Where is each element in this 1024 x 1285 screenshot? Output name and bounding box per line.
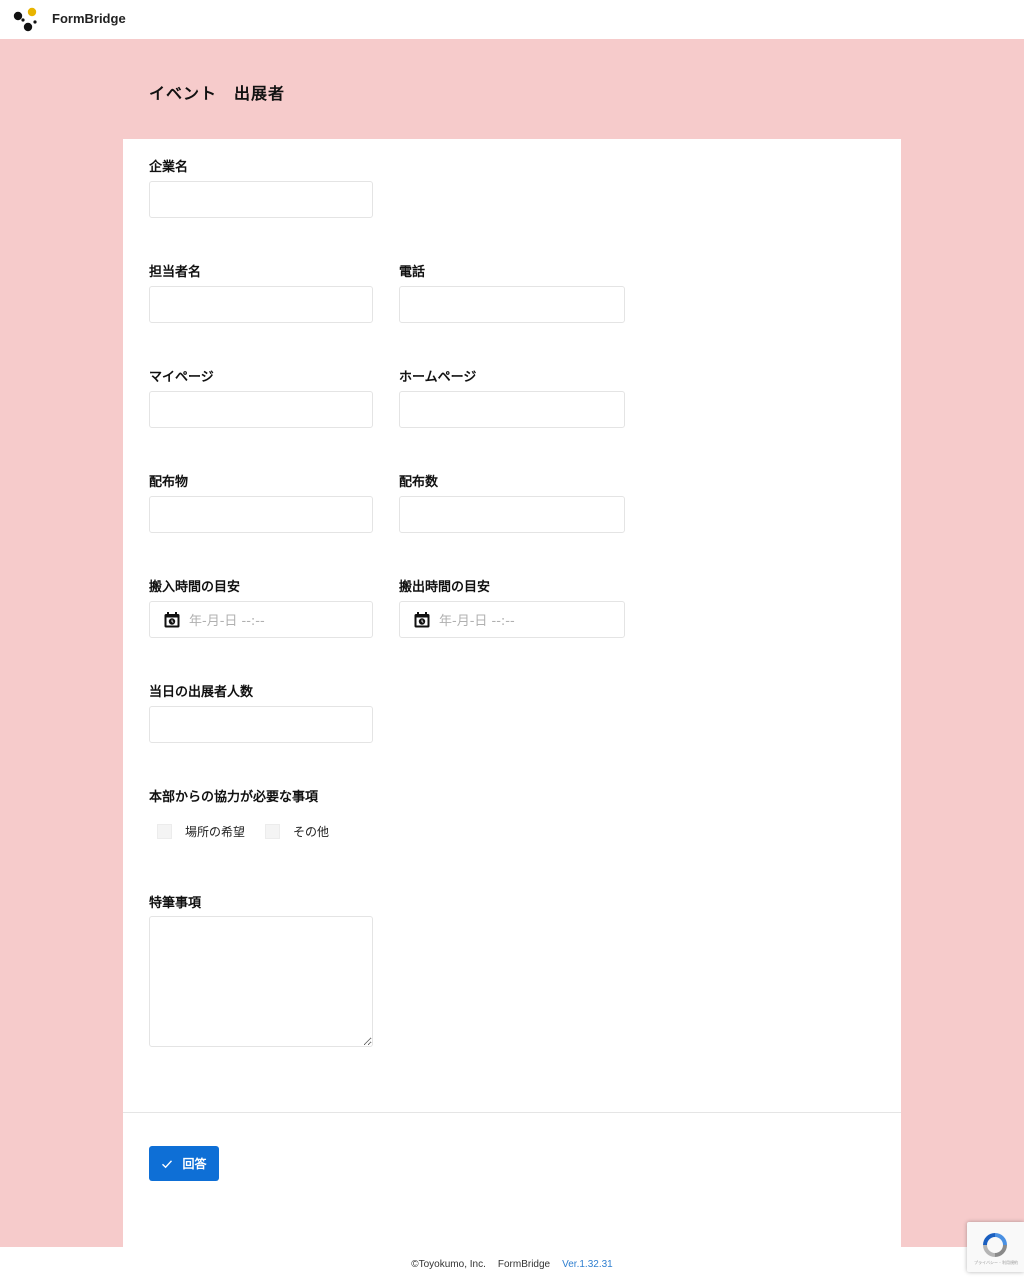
footer: ©Toyokumo, Inc. FormBridge Ver.1.32.31 [0,1247,1024,1285]
contact-name-input[interactable] [149,286,373,323]
brand-name[interactable]: FormBridge [52,11,126,26]
exhibitor-count-input[interactable] [149,706,373,743]
phone-label: 電話 [399,265,426,280]
option-location-request[interactable]: 場所の希望 [157,823,245,840]
load-out-time-label: 搬出時間の目安 [399,580,491,595]
homepage-input[interactable] [399,391,625,428]
mypage-label: マイページ [149,370,214,385]
recaptcha-links[interactable]: プライバシー - 利用規約 [971,1260,1021,1266]
company-name-input[interactable] [149,181,373,218]
load-in-time-label: 搬入時間の目安 [149,580,241,595]
footer-version[interactable]: Ver.1.32.31 [562,1259,613,1270]
footer-product[interactable]: FormBridge [498,1259,550,1270]
calendar-icon[interactable] [163,611,181,629]
check-icon [162,1159,173,1168]
footer-copyright: ©Toyokumo, Inc. [411,1259,486,1270]
recaptcha-icon [983,1233,1007,1257]
support-needed-label: 本部からの協力が必要な事項 [149,790,319,805]
form-title: イベント 出展者 [149,84,286,103]
form-card: 企業名 担当者名 電話 マイページ ホームページ 配布物 配布数 搬入時間の目安… [123,139,901,1247]
checkbox[interactable] [265,824,281,839]
load-out-time-input[interactable]: 年-月-日 --:-- [399,601,625,638]
load-in-time-placeholder: 年-月-日 --:-- [189,614,265,629]
support-needed-options: 場所の希望 その他 [157,823,349,840]
submit-button[interactable]: 回答 [149,1146,219,1181]
mypage-input[interactable] [149,391,373,428]
exhibitor-count-label: 当日の出展者人数 [149,685,254,700]
recaptcha-badge[interactable]: プライバシー - 利用規約 [967,1222,1024,1272]
phone-input[interactable] [399,286,625,323]
remarks-textarea[interactable] [149,916,373,1047]
distribution-items-label: 配布物 [149,475,189,490]
formbridge-logo-icon[interactable] [13,7,39,33]
contact-name-label: 担当者名 [149,265,202,280]
load-in-time-input[interactable]: 年-月-日 --:-- [149,601,373,638]
distribution-count-input[interactable] [399,496,625,533]
card-divider [123,1112,901,1113]
remarks-label: 特筆事項 [149,896,202,911]
calendar-icon[interactable] [413,611,431,629]
homepage-label: ホームページ [399,370,477,385]
submit-label: 回答 [182,1157,207,1171]
company-name-label: 企業名 [149,160,189,175]
option-other[interactable]: その他 [265,823,329,840]
top-header: FormBridge [0,0,1024,39]
checkbox[interactable] [157,824,172,839]
distribution-count-label: 配布数 [399,475,439,490]
distribution-items-input[interactable] [149,496,373,533]
load-out-time-placeholder: 年-月-日 --:-- [439,614,515,629]
option-label: 場所の希望 [185,825,246,839]
option-label: その他 [293,825,330,839]
